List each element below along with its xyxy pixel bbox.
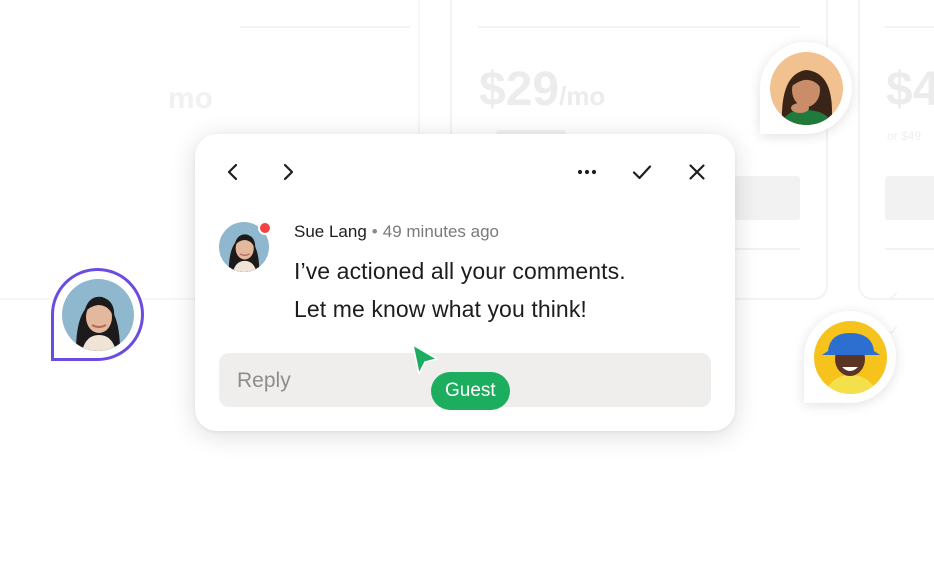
collaborator-pin-woman[interactable] bbox=[760, 42, 852, 134]
comment-text-line: Let me know what you think! bbox=[294, 296, 587, 322]
previous-comment-button[interactable] bbox=[221, 160, 245, 184]
plan-1-price-wrap: $29/mo bbox=[479, 62, 605, 117]
resolve-button[interactable] bbox=[630, 160, 654, 184]
pricing-card-right bbox=[858, 0, 934, 300]
divider bbox=[735, 248, 800, 250]
plan-0-unit: mo bbox=[168, 82, 213, 115]
collaborator-pin-man[interactable] bbox=[804, 311, 896, 403]
close-icon bbox=[689, 164, 705, 180]
meta-separator: • bbox=[371, 222, 378, 241]
avatar bbox=[813, 320, 887, 394]
divider bbox=[240, 26, 410, 28]
plan-1-button bbox=[735, 176, 800, 220]
divider bbox=[885, 248, 934, 250]
chevron-right-icon bbox=[283, 163, 294, 181]
reply-placeholder: Reply bbox=[237, 369, 291, 392]
plan-2-sub: or $49 bbox=[887, 129, 922, 143]
avatar-man-image bbox=[813, 320, 887, 394]
comment-text-line: I’ve actioned all your comments. bbox=[294, 258, 626, 284]
more-horizontal-icon bbox=[577, 169, 597, 175]
check-icon bbox=[632, 165, 652, 180]
guest-cursor-icon bbox=[412, 344, 438, 375]
comment-author-name[interactable]: Sue Lang bbox=[294, 222, 367, 241]
avatar bbox=[61, 278, 134, 351]
stage: mo $29/mo $4 or $49 ✓ ✓ Sue Lang • 49 mi… bbox=[0, 0, 934, 570]
check-icon: ✓ bbox=[888, 288, 900, 304]
avatar-woman-image bbox=[769, 51, 843, 125]
next-comment-button[interactable] bbox=[276, 160, 300, 184]
plan-1-price: $29 bbox=[479, 63, 560, 116]
plan-2-button bbox=[885, 176, 934, 220]
divider bbox=[478, 26, 800, 28]
avatar-sue-image bbox=[61, 278, 134, 351]
avatar bbox=[769, 51, 843, 125]
comment-timestamp: 49 minutes ago bbox=[382, 222, 499, 241]
close-button[interactable] bbox=[685, 160, 709, 184]
more-options-button[interactable] bbox=[575, 160, 599, 184]
divider bbox=[885, 26, 934, 28]
plan-2-price: $4 bbox=[886, 63, 934, 116]
guest-cursor-label: Guest bbox=[431, 372, 510, 410]
plan-1-unit: /mo bbox=[559, 81, 606, 111]
chevron-left-icon bbox=[227, 163, 238, 181]
comment-meta: Sue Lang • 49 minutes ago bbox=[294, 222, 499, 242]
unread-indicator bbox=[258, 221, 272, 235]
collaborator-pin-sue[interactable] bbox=[51, 268, 144, 361]
